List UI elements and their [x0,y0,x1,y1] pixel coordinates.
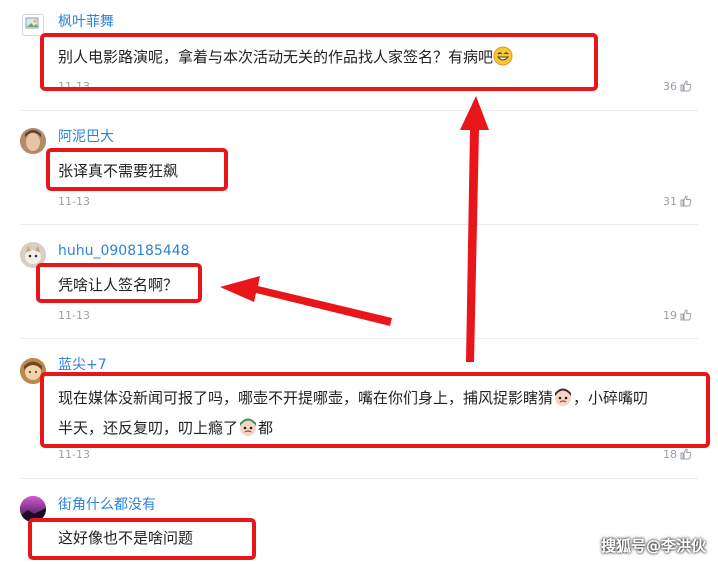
arrow-up [460,96,489,362]
watermark: 搜狐号@李洪伙 [600,537,706,555]
annotation-arrows [220,96,489,362]
arrow-left [220,276,392,326]
